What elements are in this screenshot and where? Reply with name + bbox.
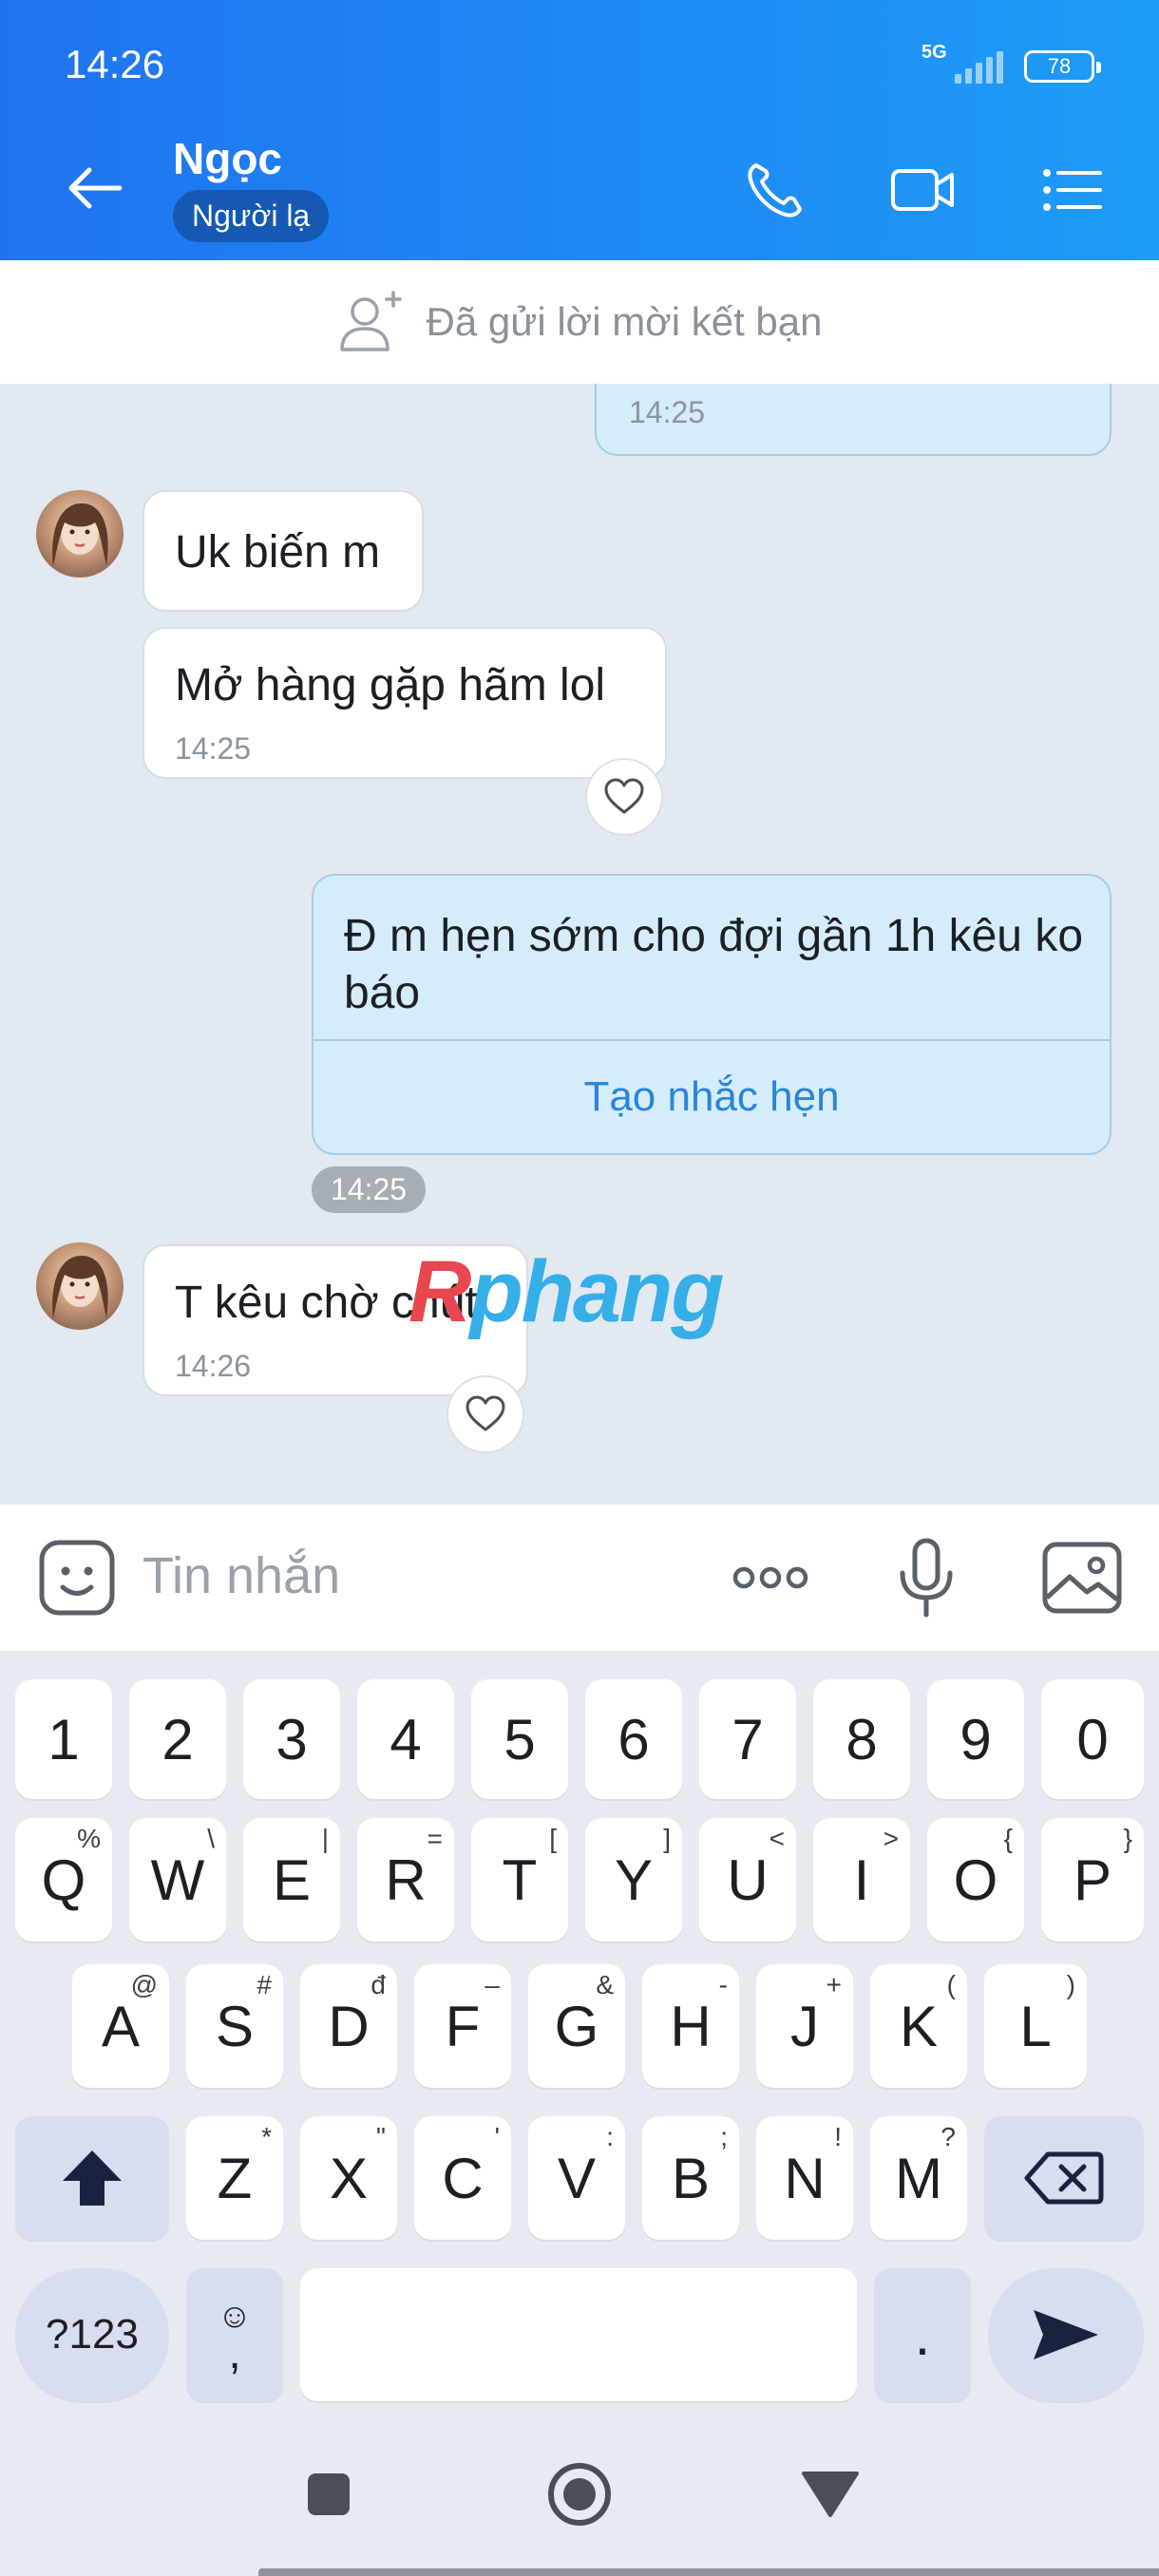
friend-request-text: Đã gửi lời mời kết bạn bbox=[426, 299, 823, 344]
key-w[interactable]: W \ bbox=[129, 1818, 226, 1941]
back-nav-button[interactable] bbox=[796, 2460, 864, 2529]
contact-avatar[interactable] bbox=[36, 490, 124, 578]
key-e[interactable]: E | bbox=[243, 1818, 340, 1941]
send-arrow-icon bbox=[1034, 2310, 1098, 2359]
key-1[interactable]: 1 bbox=[15, 1679, 112, 1799]
status-icons: 5G 78 bbox=[922, 42, 1101, 87]
key-a[interactable]: A @ bbox=[72, 1964, 169, 2088]
key-y[interactable]: Y] bbox=[585, 1818, 682, 1941]
key-c[interactable]: C ' bbox=[414, 2116, 511, 2240]
message-bubble[interactable]: Mở hàng gặp hãm lol 14:25 bbox=[142, 627, 667, 779]
battery-icon: 78 bbox=[1024, 50, 1101, 83]
contact-avatar[interactable] bbox=[36, 1242, 124, 1330]
sticker-emoji-button[interactable] bbox=[34, 1535, 120, 1620]
back-button[interactable] bbox=[61, 154, 129, 222]
heart-icon bbox=[604, 778, 644, 814]
key-k[interactable]: K( bbox=[870, 1964, 967, 2088]
key-r[interactable]: R = bbox=[357, 1818, 454, 1941]
message-text: Đ m hẹn sớm cho đợi gần 1h kêu ko báo bbox=[344, 911, 1084, 1018]
message-time: 14:25 bbox=[175, 731, 252, 766]
key-t[interactable]: T[ bbox=[471, 1818, 568, 1941]
react-heart-button[interactable] bbox=[585, 758, 663, 836]
send-key[interactable] bbox=[988, 2268, 1144, 2401]
backspace-key[interactable] bbox=[984, 2116, 1144, 2240]
key-j[interactable]: J + bbox=[756, 1964, 853, 2088]
key-v[interactable]: V: bbox=[528, 2116, 625, 2240]
message-input[interactable] bbox=[142, 1533, 694, 1619]
key-6[interactable]: 6 bbox=[585, 1679, 682, 1799]
gesture-indicator bbox=[258, 2568, 1159, 2576]
key-z[interactable]: Z * bbox=[186, 2116, 283, 2240]
key-l[interactable]: L) bbox=[984, 1964, 1087, 2088]
key-3[interactable]: 3 bbox=[243, 1679, 340, 1799]
friend-request-banner[interactable]: Đã gửi lời mời kết bạn bbox=[0, 260, 1159, 384]
voice-record-button[interactable] bbox=[884, 1535, 969, 1620]
message-text: Mở hàng gặp hãm lol bbox=[175, 660, 606, 710]
home-button[interactable] bbox=[545, 2460, 614, 2529]
key-m[interactable]: M? bbox=[870, 2116, 967, 2240]
key-8[interactable]: 8 bbox=[813, 1679, 910, 1799]
watermark-logo: Rphang bbox=[408, 1243, 724, 1340]
message-time-pill: 14:25 bbox=[312, 1166, 427, 1213]
image-picker-button[interactable] bbox=[1039, 1535, 1125, 1620]
add-friend-icon bbox=[340, 291, 403, 351]
key-4[interactable]: 4 bbox=[357, 1679, 454, 1799]
key-s[interactable]: S # bbox=[186, 1964, 283, 2088]
key-i[interactable]: I > bbox=[813, 1818, 910, 1941]
contact-name[interactable]: Ngọc bbox=[173, 133, 282, 184]
key-0[interactable]: 0 bbox=[1041, 1679, 1144, 1799]
network-type: 5G bbox=[922, 42, 947, 63]
symbols-key[interactable]: ?123 bbox=[15, 2268, 169, 2401]
key-9[interactable]: 9 bbox=[927, 1679, 1024, 1799]
emoji-comma-key[interactable]: ☺ , bbox=[186, 2268, 283, 2401]
chat-header: 14:26 5G 78 Ngọc Người lạ bbox=[0, 0, 1159, 260]
more-options-button[interactable] bbox=[728, 1535, 813, 1620]
heart-icon bbox=[466, 1395, 505, 1431]
video-call-button[interactable] bbox=[889, 156, 958, 224]
react-heart-button[interactable] bbox=[446, 1375, 524, 1453]
stranger-badge: Người lạ bbox=[173, 190, 330, 242]
period-key[interactable]: . bbox=[874, 2268, 971, 2401]
message-bubble[interactable]: 14:25 bbox=[595, 384, 1112, 456]
signal-icon: 5G bbox=[922, 42, 1003, 87]
shift-key[interactable] bbox=[15, 2116, 169, 2240]
key-x[interactable]: X " bbox=[300, 2116, 397, 2240]
key-p[interactable]: P} bbox=[1041, 1818, 1144, 1941]
status-time: 14:26 bbox=[65, 42, 165, 86]
key-o[interactable]: O{ bbox=[927, 1818, 1024, 1941]
key-5[interactable]: 5 bbox=[471, 1679, 568, 1799]
key-7[interactable]: 7 bbox=[699, 1679, 796, 1799]
message-bubble[interactable]: Đ m hẹn sớm cho đợi gần 1h kêu ko báo Tạ… bbox=[312, 874, 1112, 1155]
space-key[interactable] bbox=[300, 2268, 857, 2401]
key-n[interactable]: N! bbox=[756, 2116, 853, 2240]
key-q[interactable]: Q% bbox=[15, 1818, 112, 1941]
recent-apps-button[interactable] bbox=[294, 2460, 363, 2529]
on-screen-keyboard: 1 2 3 4 5 6 7 8 9 0 Q% W \ E | R = T[ Y] U <… bbox=[0, 1651, 1159, 2407]
key-h[interactable]: H- bbox=[642, 1964, 739, 2088]
message-bubble[interactable]: Uk biến m bbox=[142, 490, 424, 612]
system-navigation-bar bbox=[0, 2407, 1159, 2576]
backspace-icon bbox=[1024, 2151, 1104, 2205]
key-2[interactable]: 2 bbox=[129, 1679, 226, 1799]
message-time: 14:25 bbox=[629, 395, 706, 429]
chat-messages[interactable]: 14:25 Uk biến m Mở hàng gặp hãm lol 14:2… bbox=[0, 384, 1159, 1505]
message-time: 14:26 bbox=[175, 1349, 252, 1383]
battery-level: 78 bbox=[1047, 54, 1072, 78]
key-g[interactable]: G & bbox=[528, 1964, 625, 2088]
key-f[interactable]: F – bbox=[414, 1964, 511, 2088]
menu-list-button[interactable] bbox=[1037, 156, 1106, 224]
create-reminder-button[interactable]: Tạo nhắc hẹn bbox=[314, 1039, 1110, 1153]
shift-arrow-icon bbox=[63, 2150, 122, 2206]
key-u[interactable]: U < bbox=[699, 1818, 796, 1941]
phone-call-button[interactable] bbox=[741, 156, 809, 224]
key-b[interactable]: B; bbox=[642, 2116, 739, 2240]
key-d[interactable]: Dđ bbox=[300, 1964, 397, 2088]
create-reminder-label: Tạo nhắc hẹn bbox=[583, 1073, 840, 1120]
message-text: Uk biến m bbox=[175, 527, 381, 578]
message-input-bar bbox=[0, 1505, 1159, 1651]
